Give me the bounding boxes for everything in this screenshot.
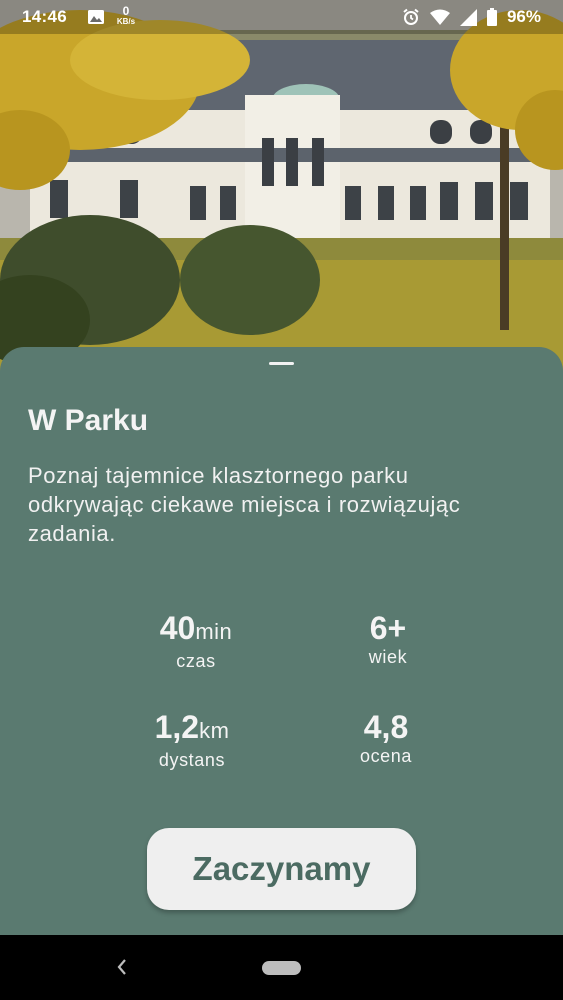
stat-rating-value: 4,8 [363,709,409,745]
system-nav-bar [0,935,563,1000]
stat-distance-label: dystans [158,750,226,770]
status-bar: 14:46 0 KB/s 96% [0,0,563,34]
stat-distance-unit: km [199,718,230,743]
drag-handle[interactable] [269,362,294,365]
home-pill-icon[interactable] [262,961,301,975]
stat-time-unit: min [195,619,233,644]
stat-time-label: czas [176,651,216,671]
back-icon[interactable] [113,957,131,977]
network-speed-value: 0 [122,4,130,18]
start-button[interactable]: Zaczynamy [147,828,416,910]
battery-icon [486,8,497,26]
stat-age-label: wiek [368,647,408,667]
status-time: 14:46 [22,7,67,26]
stat-distance-value: 1,2 [154,709,200,745]
stat-age: 6+ wiek [318,610,458,668]
battery-percentage: 96% [506,7,541,26]
stat-rating: 4,8 ocena [316,709,456,767]
status-icons: 96% [402,7,541,27]
stat-age-value: 6+ [369,610,407,646]
image-icon [88,9,104,24]
route-details-sheet: W Parku Poznaj tajemnice klasztornego pa… [0,347,563,937]
stat-time: 40min czas [126,610,266,672]
network-speed-unit: KB/s [116,17,136,26]
alarm-icon [402,8,420,26]
stat-time-value: 40 [159,610,196,646]
stat-rating-label: ocena [359,746,413,766]
signal-icon [459,8,477,26]
stat-age-value-row: 6+ [318,610,458,646]
wifi-icon [429,9,450,25]
stat-distance-value-row: 1,2km [122,709,262,749]
hero-image [0,0,563,380]
route-description: Poznaj tajemnice klasztornego parku odkr… [28,463,461,546]
stat-time-value-row: 40min [126,610,266,650]
network-speed: 0 KB/s [114,5,138,26]
stat-distance: 1,2km dystans [122,709,262,771]
route-title: W Parku [28,404,149,437]
stat-rating-value-row: 4,8 [316,709,456,745]
